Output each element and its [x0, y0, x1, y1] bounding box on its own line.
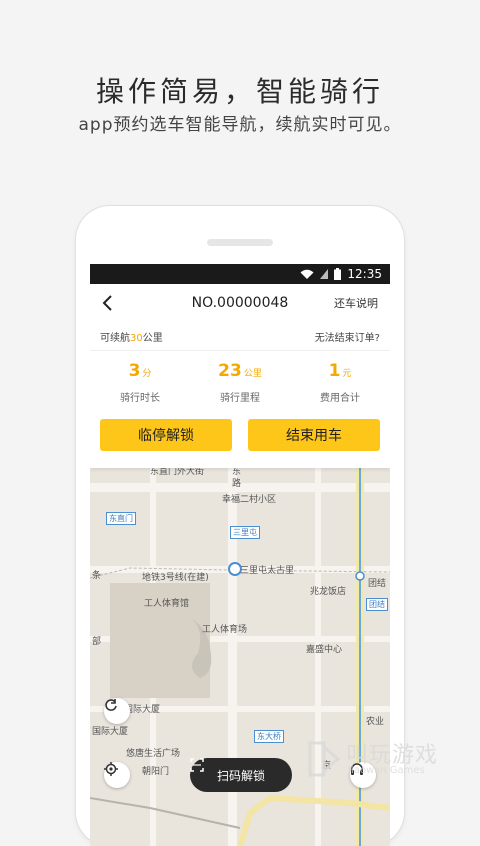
cant-end-order-link[interactable]: 无法结束订单? — [315, 329, 380, 344]
stat-unit: 分 — [142, 369, 152, 379]
range-row: 可续航30公里 无法结束订单? — [90, 322, 390, 351]
map-label-jiasheng: 嘉盛中心 — [306, 645, 343, 655]
end-ride-button[interactable]: 结束用车 — [248, 419, 380, 451]
temp-unlock-button[interactable]: 临停解锁 — [100, 419, 232, 451]
locate-icon — [104, 762, 118, 776]
watermark-logo-icon — [308, 741, 341, 777]
map-label: 路 — [232, 479, 242, 489]
map-label: 团结 — [366, 598, 388, 611]
map-label-stadium: 工人体育场 — [202, 625, 248, 635]
map-label: 农业 — [366, 717, 385, 727]
map-label-taikoo: 三里屯太古里 — [240, 566, 295, 576]
battery-icon — [334, 268, 342, 280]
stat-value: 3 — [128, 361, 141, 381]
watermark-subtitle: Jiaowan Games — [348, 765, 425, 776]
return-guide-link[interactable]: 还车说明 — [334, 295, 378, 311]
range-text: 可续航30公里 — [100, 329, 163, 344]
status-bar: 12:35 — [90, 264, 390, 284]
map-label: 幸福二村小区 — [222, 495, 277, 505]
map-label-metro: 地铁3号线(在建) — [142, 573, 209, 583]
action-buttons: 临停解锁 结束用车 — [90, 419, 390, 451]
scan-unlock-label: 扫码解锁 — [216, 768, 265, 783]
range-unit: 公里 — [142, 332, 163, 344]
map-label-gym: 工人体育馆 — [144, 599, 190, 609]
map-label: 朝阳门 — [142, 767, 170, 777]
map-label: 国际大厦 — [92, 727, 129, 737]
ride-stats: 3分 骑行时长 23 公里 骑行里程 1元 费用合计 — [90, 351, 390, 419]
range-value: 30 — [130, 332, 143, 344]
stat-cost: 1元 费用合计 — [290, 351, 390, 419]
map-label: 团结 — [368, 579, 387, 589]
map-label-dongzhimen: 东直门 — [106, 512, 136, 525]
map-view[interactable]: 东直门外大街 东 路 幸福二村小区 东直门 三里屯 三里屯太古里 地铁3号线(在… — [90, 468, 390, 846]
map-label-zhaolong: 兆龙饭店 — [310, 587, 347, 597]
hero-subtitle: app预约选车智能导航，续航实时可见。 — [78, 115, 402, 135]
stat-label: 费用合计 — [320, 393, 360, 404]
refresh-icon — [105, 699, 117, 711]
nav-bar: NO.00000048 还车说明 — [90, 284, 390, 323]
range-prefix: 可续航 — [100, 332, 130, 344]
scan-unlock-button[interactable]: 扫码解锁 — [190, 758, 292, 792]
ride-panel: 可续航30公里 无法结束订单? 3分 骑行时长 23 公里 骑行里程 1元 费用合… — [90, 322, 390, 468]
map-label-sanlitun: 三里屯 — [230, 526, 260, 539]
stat-label: 骑行里程 — [220, 393, 260, 404]
locate-button[interactable] — [104, 762, 130, 788]
phone-speaker — [207, 239, 273, 246]
refresh-button[interactable] — [104, 698, 130, 724]
stat-label: 骑行时长 — [120, 393, 160, 404]
map-label: 东直门外大街 — [150, 468, 205, 477]
stat-unit: 公里 — [243, 369, 262, 379]
watermark: 叫玩游戏 Jiaowan Games — [302, 735, 478, 783]
map-label: 部 — [92, 637, 102, 647]
map-label: 悠唐生活广场 — [126, 749, 181, 759]
wifi-icon — [300, 269, 314, 279]
stat-duration: 3分 骑行时长 — [90, 351, 190, 419]
map-label-dongdaqiao: 东大桥 — [254, 730, 284, 743]
stat-value: 1 — [328, 361, 341, 381]
stat-value: 23 — [218, 361, 242, 381]
stat-unit: 元 — [342, 369, 352, 379]
status-time: 12:35 — [347, 267, 382, 281]
scan-icon — [190, 758, 204, 772]
hero-title: 操作简易，智能骑行 — [95, 75, 384, 108]
map-label: 条 — [92, 571, 102, 581]
stat-distance: 23 公里 骑行里程 — [190, 351, 290, 419]
signal-icon — [320, 269, 329, 279]
